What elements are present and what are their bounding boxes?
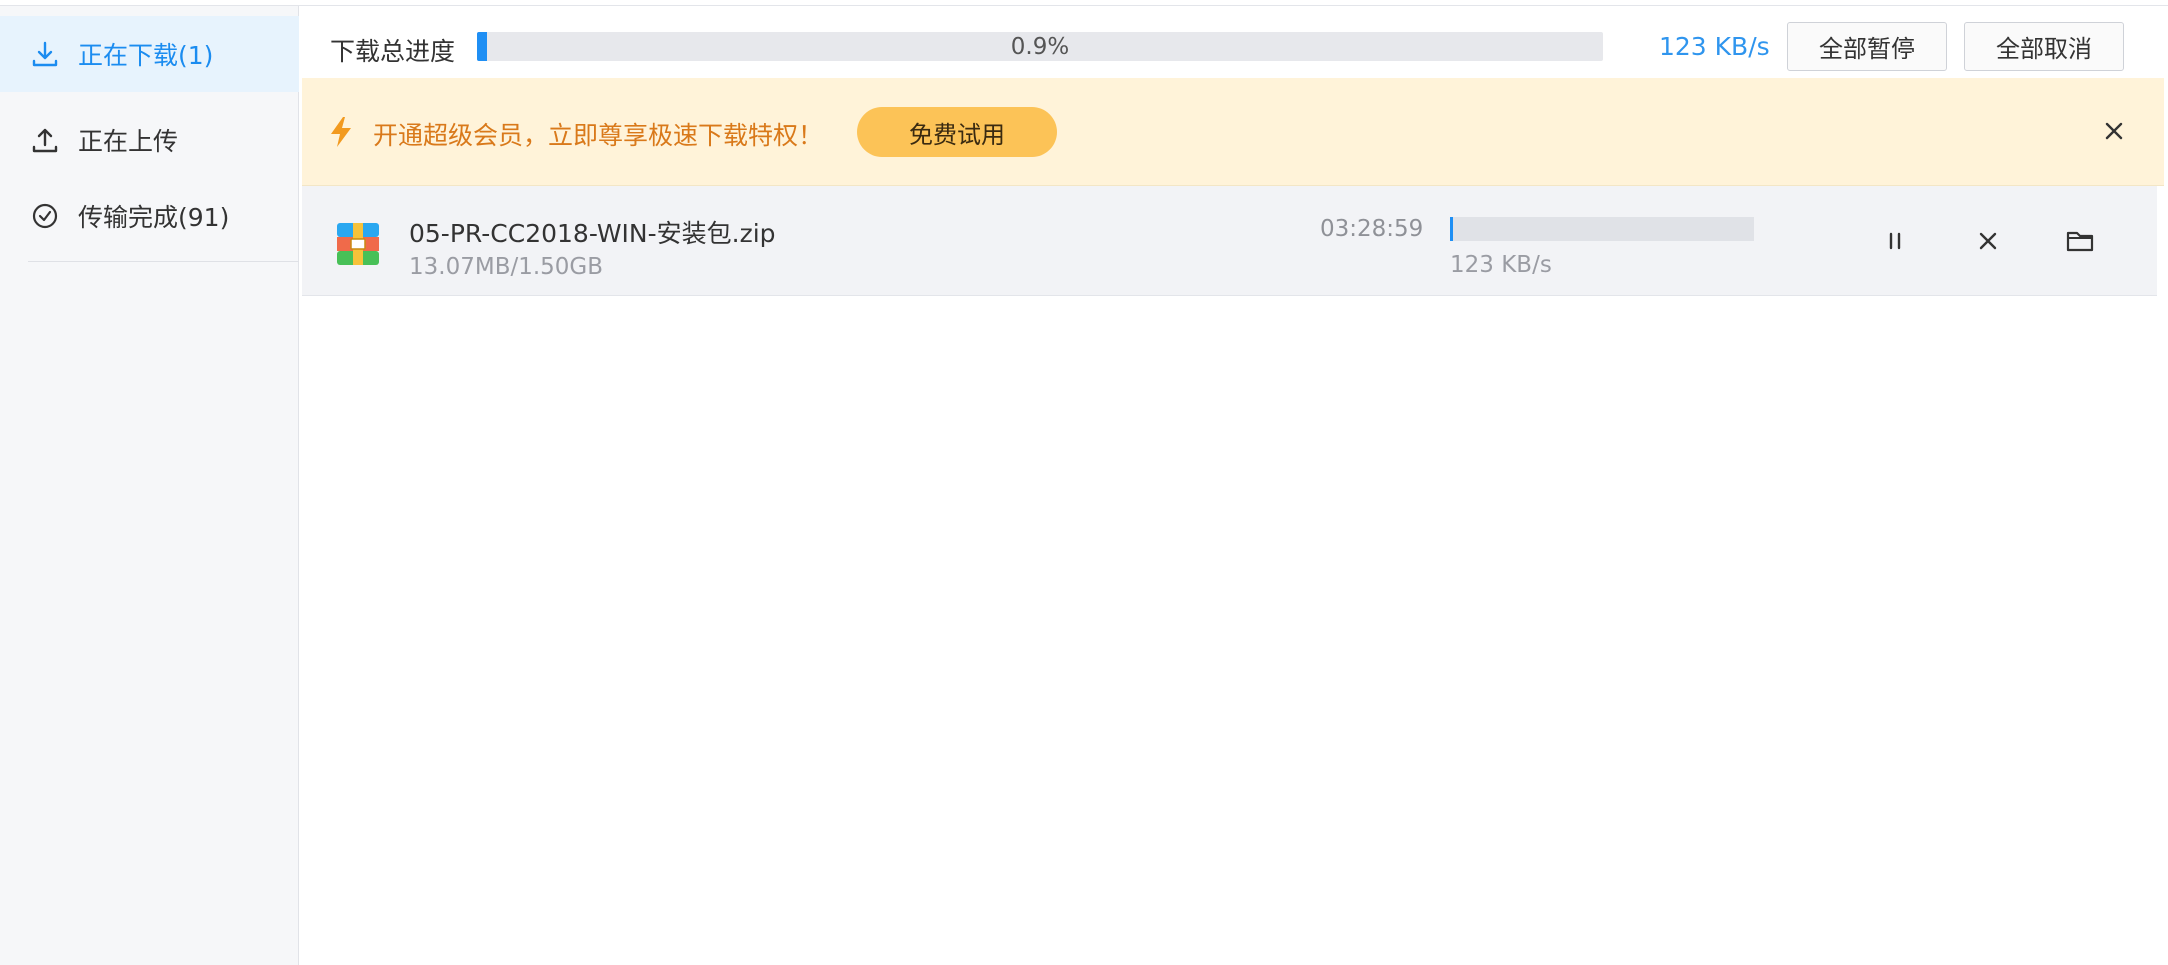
total-progress-percent: 0.9%	[1010, 33, 1070, 60]
total-progress-row: 下载总进度 0.9% 123 KB/s 全部暂停 全部取消	[300, 22, 2168, 78]
download-icon	[32, 41, 58, 67]
sidebar-item-uploading[interactable]: 正在上传	[0, 102, 299, 178]
total-progress-bar: 0.9%	[477, 32, 1603, 61]
file-name: 05-PR-CC2018-WIN-安装包.zip	[409, 219, 776, 248]
total-progress-label: 下载总进度	[330, 37, 456, 66]
download-item[interactable]: 05-PR-CC2018-WIN-安装包.zip 13.07MB/1.50GB …	[302, 186, 2157, 296]
sidebar-item-label: 正在上传	[78, 127, 179, 156]
time-remaining: 03:28:59	[1320, 216, 1424, 242]
sidebar-item-downloading[interactable]: 正在下载(1)	[0, 16, 299, 92]
sidebar-divider	[28, 261, 299, 262]
free-trial-button[interactable]: 免费试用	[857, 107, 1057, 157]
item-speed: 123 KB/s	[1450, 252, 1552, 278]
file-size: 13.07MB/1.50GB	[409, 254, 604, 280]
cancel-icon[interactable]	[1972, 225, 2004, 257]
pause-all-button[interactable]: 全部暂停	[1787, 22, 1947, 71]
total-speed: 123 KB/s	[1659, 32, 1770, 61]
pause-icon[interactable]	[1879, 225, 1911, 257]
item-progress-fill	[1450, 217, 1453, 241]
sidebar-item-label: 正在下载(1)	[78, 41, 214, 70]
sidebar-item-label: 传输完成(91)	[78, 203, 230, 232]
upload-icon	[32, 128, 58, 153]
promo-message: 开通超级会员，立即尊享极速下载特权！	[373, 121, 824, 150]
close-icon[interactable]	[2099, 116, 2129, 146]
item-progress-bar	[1450, 217, 1754, 241]
folder-icon[interactable]	[2064, 225, 2096, 257]
main-panel: 下载总进度 0.9% 123 KB/s 全部暂停 全部取消 开通超级会员，立即尊…	[300, 6, 2168, 965]
zip-archive-icon	[337, 223, 379, 265]
sidebar: 正在下载(1) 正在上传 传输完成(91)	[0, 6, 299, 965]
check-circle-icon	[32, 203, 58, 229]
vip-promo-banner: 开通超级会员，立即尊享极速下载特权！ 免费试用	[302, 78, 2164, 186]
sidebar-item-completed[interactable]: 传输完成(91)	[0, 178, 299, 254]
lightning-icon	[331, 117, 351, 147]
cancel-all-button[interactable]: 全部取消	[1964, 22, 2124, 71]
